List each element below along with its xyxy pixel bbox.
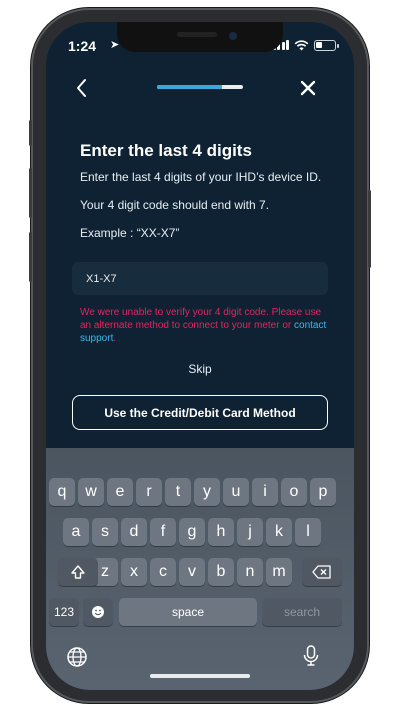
key-k[interactable]: k xyxy=(266,518,292,546)
code-input-value: X1-X7 xyxy=(86,272,117,285)
globe-icon xyxy=(67,647,87,667)
code-input[interactable]: X1-X7 xyxy=(72,262,328,295)
notch xyxy=(117,22,283,52)
key-j[interactable]: j xyxy=(237,518,263,546)
key-a[interactable]: a xyxy=(63,518,89,546)
key-l[interactable]: l xyxy=(295,518,321,546)
error-text: We were unable to verify your 4 digit co… xyxy=(80,307,322,331)
progress-bar xyxy=(157,85,243,89)
example-text: Example : “XX-X7” xyxy=(80,226,180,240)
keyboard: qwertyuiop asdfghjkl zxcvbnm 123 space s… xyxy=(46,448,354,690)
emoji-key[interactable] xyxy=(83,598,113,626)
close-icon xyxy=(300,80,316,96)
instruction-text: Enter the last 4 digits of your IHD’s de… xyxy=(80,170,322,184)
volume-up-button xyxy=(29,168,32,218)
progress-fill xyxy=(157,85,222,89)
key-g[interactable]: g xyxy=(179,518,205,546)
card-method-button[interactable]: Use the Credit/Debit Card Method xyxy=(72,395,328,430)
backspace-key[interactable] xyxy=(302,558,342,586)
skip-button[interactable]: Skip xyxy=(46,362,354,376)
screen: 1:24 ➤ Enter the last 4 digits Enter the… xyxy=(46,22,354,690)
status-time: 1:24 xyxy=(68,38,97,54)
page-title: Enter the last 4 digits xyxy=(80,141,252,160)
back-button[interactable] xyxy=(70,76,94,100)
microphone-icon xyxy=(303,645,319,666)
battery-icon xyxy=(314,39,339,51)
key-u[interactable]: u xyxy=(223,478,249,506)
microphone-key[interactable] xyxy=(301,644,321,668)
key-o[interactable]: o xyxy=(281,478,307,506)
key-n[interactable]: n xyxy=(237,558,263,586)
power-button xyxy=(368,190,371,268)
mute-switch xyxy=(29,120,32,146)
key-y[interactable]: y xyxy=(194,478,220,506)
globe-key[interactable] xyxy=(66,646,88,668)
key-t[interactable]: t xyxy=(165,478,191,506)
key-r[interactable]: r xyxy=(136,478,162,506)
key-v[interactable]: v xyxy=(179,558,205,586)
key-b[interactable]: b xyxy=(208,558,234,586)
camera xyxy=(229,32,237,40)
chevron-left-icon xyxy=(77,79,86,97)
key-c[interactable]: c xyxy=(150,558,176,586)
key-e[interactable]: e xyxy=(107,478,133,506)
error-message: We were unable to verify your 4 digit co… xyxy=(80,306,330,345)
error-text-end: . xyxy=(113,333,117,344)
home-indicator[interactable] xyxy=(150,674,250,678)
close-button[interactable] xyxy=(296,76,320,100)
space-key[interactable]: space xyxy=(119,598,257,626)
key-m[interactable]: m xyxy=(266,558,292,586)
key-f[interactable]: f xyxy=(150,518,176,546)
status-icons xyxy=(272,38,339,52)
key-s[interactable]: s xyxy=(92,518,118,546)
wifi-icon xyxy=(294,39,309,50)
key-h[interactable]: h xyxy=(208,518,234,546)
speaker xyxy=(177,32,217,37)
search-key[interactable]: search xyxy=(262,598,342,626)
backspace-icon xyxy=(312,565,331,579)
numbers-key[interactable]: 123 xyxy=(49,598,79,626)
volume-down-button xyxy=(29,232,32,282)
key-i[interactable]: i xyxy=(252,478,278,506)
key-q[interactable]: q xyxy=(49,478,75,506)
key-x[interactable]: x xyxy=(121,558,147,586)
shift-icon xyxy=(71,565,85,579)
key-d[interactable]: d xyxy=(121,518,147,546)
hint-text: Your 4 digit code should end with 7. xyxy=(80,198,270,212)
key-w[interactable]: w xyxy=(78,478,104,506)
emoji-icon xyxy=(92,606,104,618)
shift-key[interactable] xyxy=(58,558,98,586)
key-p[interactable]: p xyxy=(310,478,336,506)
